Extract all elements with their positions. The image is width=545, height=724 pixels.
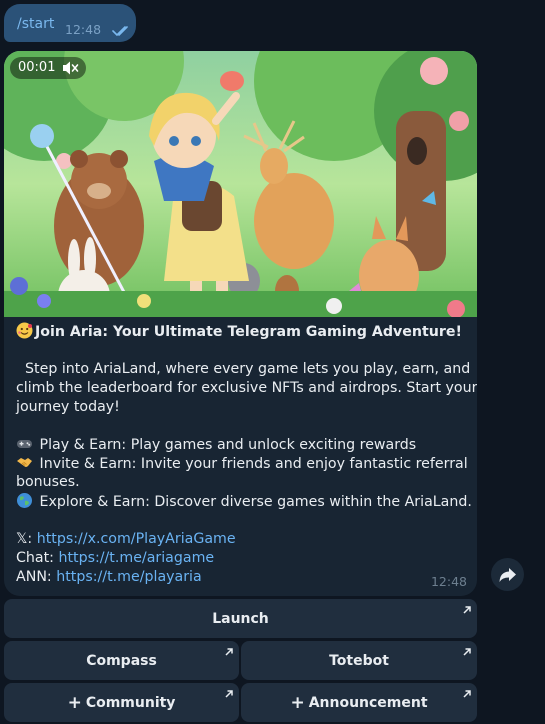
link-ann: ANN: https://t.me/playaria [16, 568, 467, 587]
double-check-icon [112, 22, 132, 41]
video-time: 00:01 [18, 60, 56, 75]
bot-message: 00:01 Join Aria: Your Ultimate Telegram … [4, 51, 477, 596]
link-ann-url[interactable]: https://t.me/playaria [56, 569, 201, 585]
link-x-url[interactable]: https://x.com/PlayAriaGame [37, 531, 236, 547]
handshake-icon [16, 454, 33, 471]
link-chat-label: Chat: [16, 550, 59, 566]
feature-invite-earn: Invite & Earn: Invite your friends and e… [16, 454, 468, 474]
launch-button-label: Launch [212, 610, 269, 627]
smiling-face-with-hearts-icon [16, 322, 33, 339]
plus-icon: + [67, 692, 82, 713]
totebot-button[interactable]: Totebot [241, 641, 477, 680]
message-headline: Join Aria: Your Ultimate Telegram Gaming… [16, 322, 467, 342]
share-arrow-icon [499, 568, 516, 582]
external-arrow-icon [462, 603, 472, 619]
community-button[interactable]: + Community [4, 683, 239, 722]
intro-line-2: climb the leaderboard for exclusive NFTs… [16, 380, 477, 396]
outgoing-message-text: /start [17, 16, 55, 32]
link-chat-url[interactable]: https://t.me/ariagame [58, 550, 214, 566]
outgoing-message-time: 12:48 [65, 22, 102, 37]
outgoing-message[interactable]: /start 12:48 [4, 4, 136, 42]
launch-button[interactable]: Launch [4, 599, 477, 638]
link-chat: Chat: https://t.me/ariagame [16, 549, 467, 568]
video-preview[interactable]: 00:01 [4, 51, 477, 317]
external-arrow-icon [224, 645, 234, 661]
announcement-button[interactable]: + Announcement [241, 683, 477, 722]
link-x: 𝕏: https://x.com/PlayAriaGame [16, 530, 467, 549]
headline-text: Join Aria: Your Ultimate Telegram Gaming… [35, 324, 462, 340]
feature-invite-earn-line2: bonuses. [16, 474, 80, 490]
external-arrow-icon [462, 645, 472, 661]
feature-explore-earn: Explore & Earn: Discover diverse games w… [16, 492, 472, 512]
globe-icon [16, 492, 33, 509]
intro-line-1: Step into AriaLand, where every game let… [25, 361, 471, 377]
plus-icon: + [290, 692, 305, 713]
muted-speaker-icon[interactable] [61, 60, 79, 76]
announcement-button-label: Announcement [308, 694, 428, 711]
compass-button[interactable]: Compass [4, 641, 239, 680]
compass-button-label: Compass [86, 652, 157, 669]
gamepad-icon [16, 435, 33, 452]
external-arrow-icon [462, 687, 472, 703]
link-x-label: 𝕏: [16, 531, 37, 547]
share-button[interactable] [491, 558, 524, 591]
external-arrow-icon [224, 687, 234, 703]
link-ann-label: ANN: [16, 569, 57, 585]
community-button-label: Community [85, 694, 176, 711]
message-time: 12:48 [430, 574, 467, 589]
totebot-button-label: Totebot [329, 652, 389, 669]
feature-play-earn: Play & Earn: Play games and unlock excit… [16, 435, 467, 455]
intro-line-3: journey today! [16, 399, 120, 415]
video-badge[interactable]: 00:01 [10, 57, 86, 79]
